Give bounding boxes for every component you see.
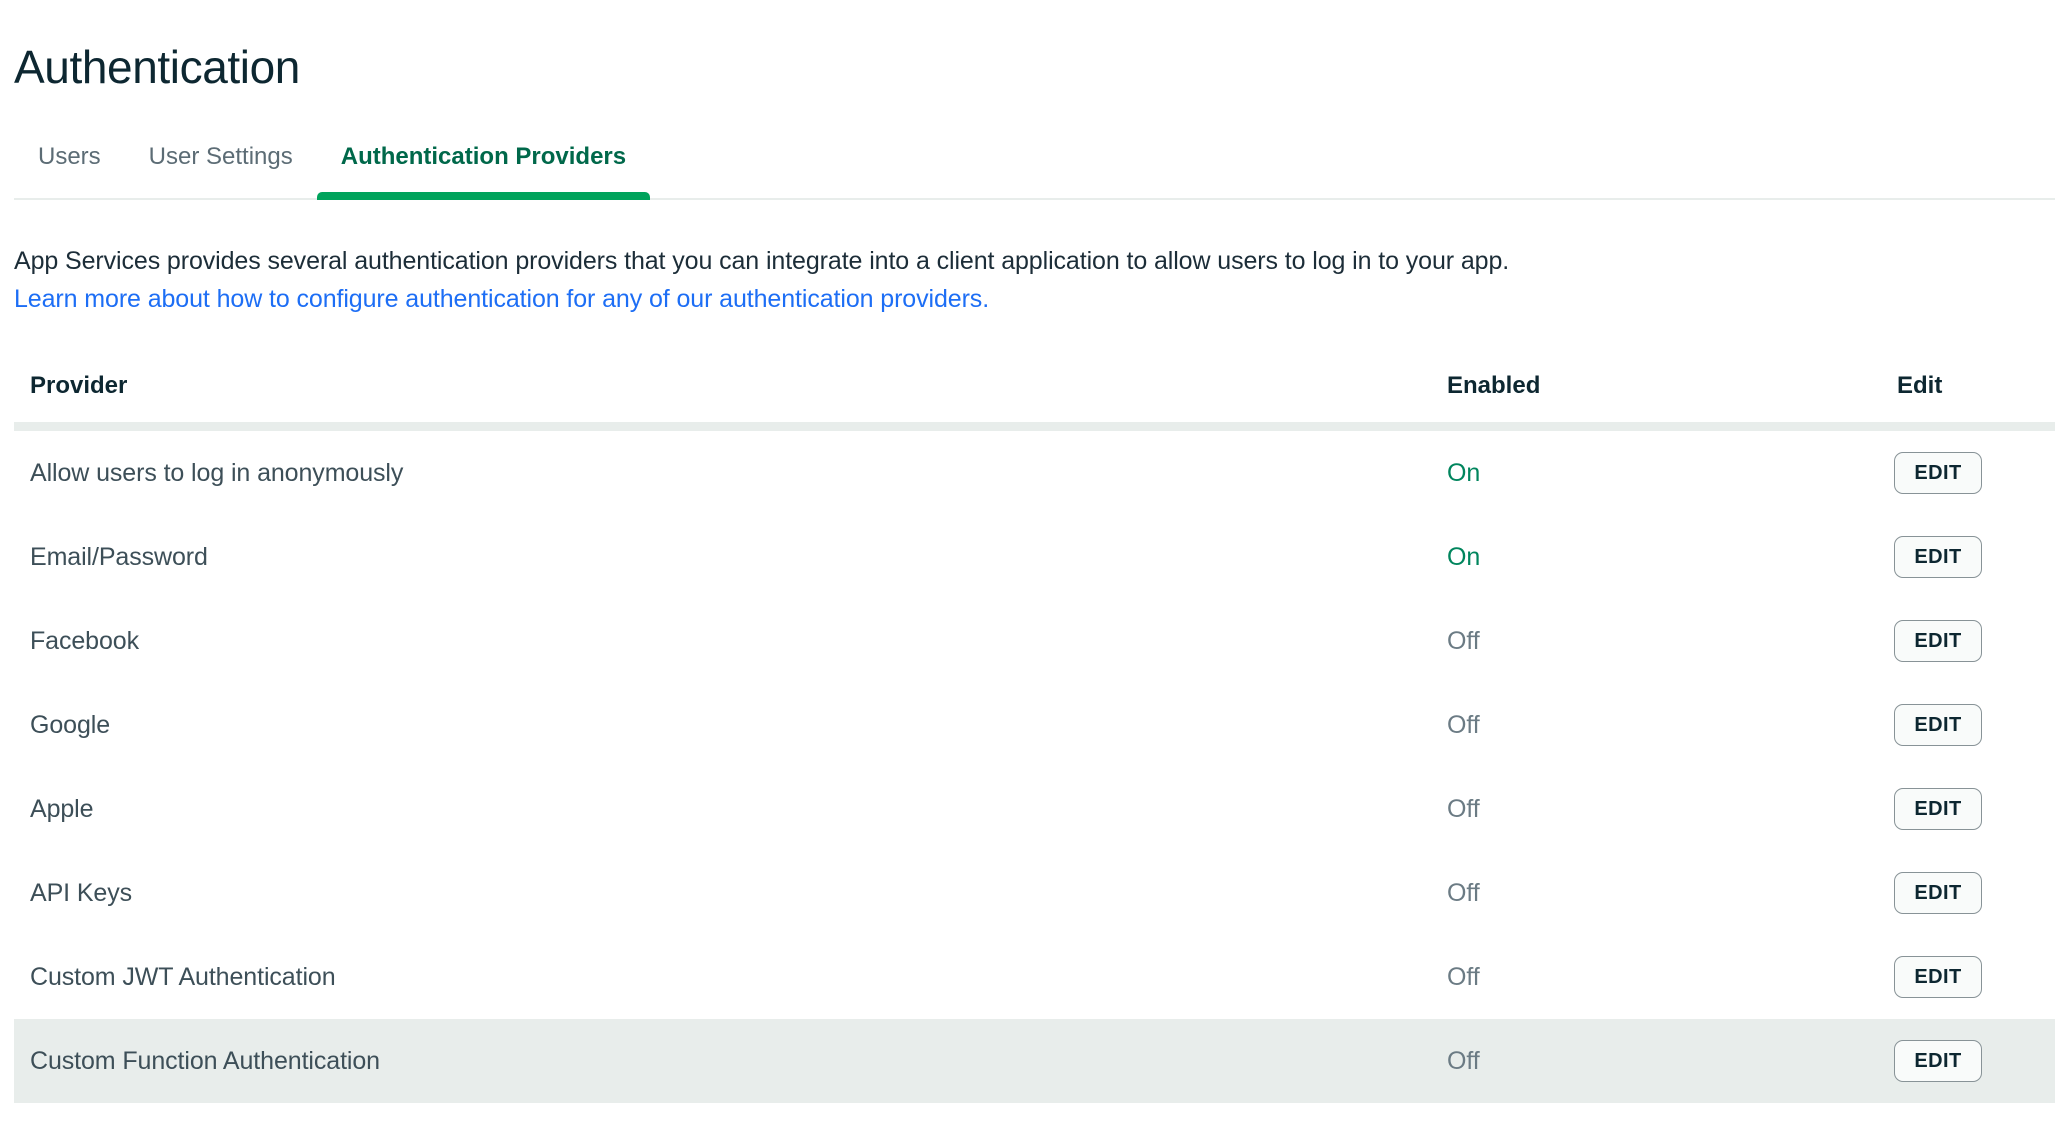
table-row[interactable]: Facebook Off EDIT	[14, 599, 2055, 683]
enabled-status: Off	[1447, 711, 1480, 739]
description-paragraph: App Services provides several authentica…	[14, 247, 1510, 275]
table-row[interactable]: Custom JWT Authentication Off EDIT	[14, 935, 2055, 1019]
page-title: Authentication	[14, 40, 300, 93]
edit-button[interactable]: EDIT	[1894, 788, 1982, 830]
provider-name: Google	[30, 711, 111, 739]
provider-name: Email/Password	[30, 543, 208, 571]
provider-name: Facebook	[30, 627, 139, 655]
table-row[interactable]: Email/Password On EDIT	[14, 515, 2055, 599]
enabled-status: On	[1447, 543, 1481, 571]
table-row[interactable]: Google Off EDIT	[14, 683, 2055, 767]
edit-button[interactable]: EDIT	[1894, 620, 1982, 662]
tab-bar: Users User Settings Authentication Provi…	[0, 122, 2055, 200]
table-row[interactable]: Apple Off EDIT	[14, 767, 2055, 851]
authentication-page: Authentication Users User Settings Authe…	[0, 0, 2055, 1142]
edit-button[interactable]: EDIT	[1894, 872, 1982, 914]
description-block: App Services provides several authentica…	[14, 242, 1914, 318]
tab-list: Users User Settings Authentication Provi…	[14, 122, 651, 200]
enabled-status: On	[1447, 459, 1481, 487]
provider-name: Custom Function Authentication	[30, 1047, 380, 1075]
enabled-status: Off	[1447, 963, 1480, 991]
table-row[interactable]: Allow users to log in anonymously On EDIT	[14, 431, 2055, 515]
edit-cell: EDIT	[1894, 515, 1982, 599]
provider-name: Allow users to log in anonymously	[30, 459, 404, 487]
provider-name: Apple	[30, 795, 94, 823]
table-header-separator	[14, 422, 2055, 431]
edit-cell: EDIT	[1894, 851, 1982, 935]
providers-table: Provider Enabled Edit Allow users to log…	[0, 350, 2055, 1103]
learn-more-link[interactable]: Learn more about how to configure authen…	[14, 280, 989, 318]
tab-authentication-providers[interactable]: Authentication Providers	[316, 142, 651, 200]
enabled-status: Off	[1447, 1047, 1480, 1075]
column-header-provider: Provider	[30, 372, 128, 399]
edit-cell: EDIT	[1894, 683, 1982, 767]
enabled-status: Off	[1447, 795, 1480, 823]
edit-button[interactable]: EDIT	[1894, 452, 1982, 494]
table-row[interactable]: API Keys Off EDIT	[14, 851, 2055, 935]
edit-cell: EDIT	[1894, 935, 1982, 1019]
edit-button[interactable]: EDIT	[1894, 1040, 1982, 1082]
column-header-enabled: Enabled	[1447, 372, 1541, 399]
column-header-edit: Edit	[1897, 372, 1943, 399]
edit-cell: EDIT	[1894, 599, 1982, 683]
edit-button[interactable]: EDIT	[1894, 704, 1982, 746]
table-row[interactable]: Custom Function Authentication Off EDIT	[14, 1019, 2055, 1103]
edit-cell: EDIT	[1894, 431, 1982, 515]
tab-users[interactable]: Users	[14, 142, 125, 200]
edit-button[interactable]: EDIT	[1894, 956, 1982, 998]
tab-user-settings[interactable]: User Settings	[125, 142, 317, 200]
provider-name: API Keys	[30, 879, 133, 907]
provider-name: Custom JWT Authentication	[30, 963, 336, 991]
table-body: Allow users to log in anonymously On EDIT E…	[0, 431, 2055, 1103]
enabled-status: Off	[1447, 879, 1480, 907]
edit-cell: EDIT	[1894, 1019, 1982, 1103]
edit-cell: EDIT	[1894, 767, 1982, 851]
enabled-status: Off	[1447, 627, 1480, 655]
edit-button[interactable]: EDIT	[1894, 536, 1982, 578]
table-header-row: Provider Enabled Edit	[0, 350, 2055, 422]
